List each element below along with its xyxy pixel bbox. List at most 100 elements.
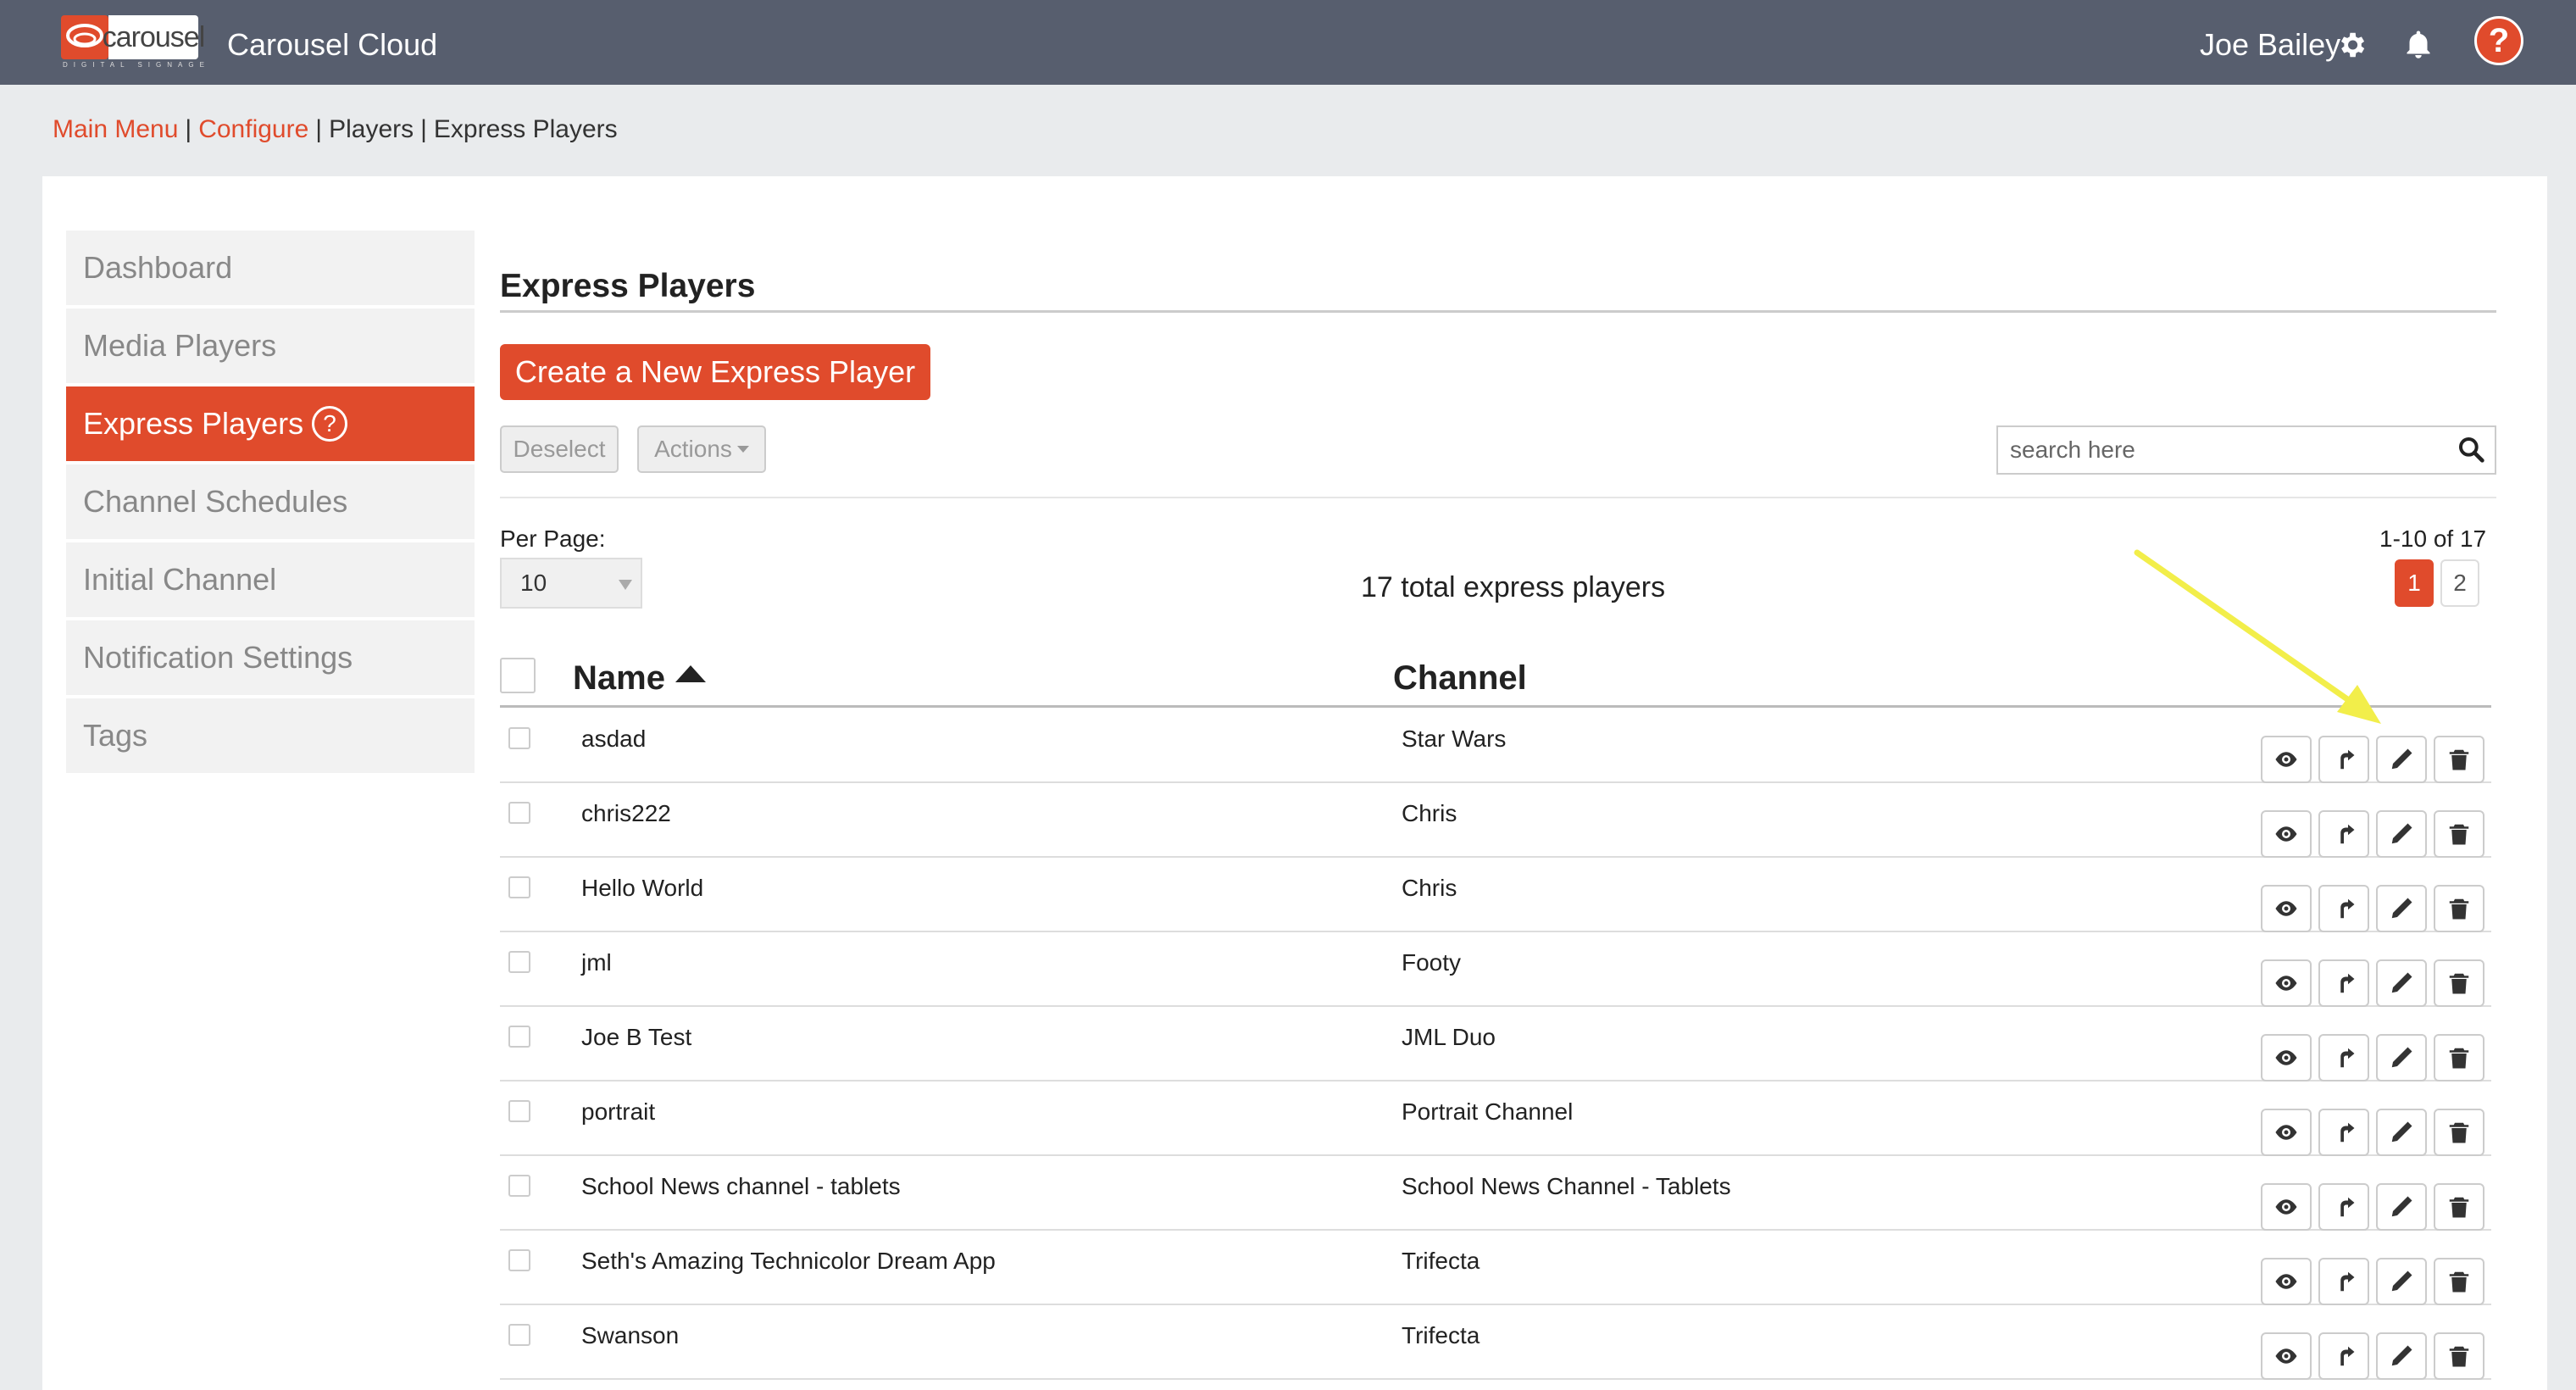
bell-icon[interactable] <box>2403 28 2434 62</box>
table-row[interactable]: chris222 Chris <box>500 783 2491 858</box>
delete-button[interactable] <box>2434 810 2484 858</box>
caret-down-icon <box>619 580 632 590</box>
create-express-player-button[interactable]: Create a New Express Player <box>500 344 930 400</box>
deselect-button[interactable]: Deselect <box>500 425 619 473</box>
breadcrumb-players: Players <box>329 115 414 143</box>
edit-button[interactable] <box>2376 736 2427 783</box>
sidebar-item-media-players[interactable]: Media Players <box>66 309 475 383</box>
delete-button[interactable] <box>2434 1332 2484 1380</box>
table-row[interactable]: Hello World Chris <box>500 858 2491 932</box>
row-checkbox[interactable] <box>508 876 530 898</box>
delete-button[interactable] <box>2434 736 2484 783</box>
edit-button[interactable] <box>2376 810 2427 858</box>
trash-icon <box>2446 747 2472 772</box>
row-checkbox[interactable] <box>508 1100 530 1122</box>
view-button[interactable] <box>2261 736 2312 783</box>
sidebar-item-initial-channel[interactable]: Initial Channel <box>66 542 475 617</box>
search-input[interactable] <box>1996 425 2496 475</box>
eye-icon <box>2273 1269 2299 1294</box>
page-title: Express Players <box>500 268 756 304</box>
push-button[interactable] <box>2318 1109 2369 1156</box>
push-icon <box>2331 1120 2357 1145</box>
sidebar-item-notification-settings[interactable]: Notification Settings <box>66 620 475 695</box>
table-row[interactable]: Seth's Amazing Technicolor Dream App Trif… <box>500 1231 2491 1305</box>
view-button[interactable] <box>2261 885 2312 932</box>
delete-button[interactable] <box>2434 1109 2484 1156</box>
help-icon[interactable]: ? <box>2474 16 2523 65</box>
sidebar-item-express-players[interactable]: Express Players? <box>66 386 475 461</box>
row-checkbox[interactable] <box>508 1026 530 1048</box>
pencil-icon <box>2389 1194 2414 1220</box>
view-button[interactable] <box>2261 959 2312 1007</box>
title-divider <box>500 310 2496 313</box>
table-row[interactable]: portrait Portrait Channel <box>500 1081 2491 1156</box>
push-button[interactable] <box>2318 1183 2369 1231</box>
sidebar-item-tags[interactable]: Tags <box>66 698 475 773</box>
carousel-logo[interactable]: carousel DIGITAL SIGNAGE <box>61 15 205 69</box>
delete-button[interactable] <box>2434 959 2484 1007</box>
push-button[interactable] <box>2318 959 2369 1007</box>
breadcrumb-main-menu[interactable]: Main Menu <box>53 115 178 143</box>
edit-button[interactable] <box>2376 1183 2427 1231</box>
gear-icon[interactable] <box>2335 29 2368 61</box>
view-button[interactable] <box>2261 1332 2312 1380</box>
trash-icon <box>2446 1120 2472 1145</box>
view-button[interactable] <box>2261 1109 2312 1156</box>
push-button[interactable] <box>2318 1332 2369 1380</box>
delete-button[interactable] <box>2434 885 2484 932</box>
push-icon <box>2331 1343 2357 1369</box>
table-row[interactable]: Joe B Test JML Duo <box>500 1007 2491 1081</box>
row-checkbox[interactable] <box>508 951 530 973</box>
row-checkbox[interactable] <box>508 1249 530 1271</box>
table-row[interactable]: Swanson Trifecta <box>500 1305 2491 1380</box>
select-all-checkbox[interactable] <box>500 658 536 693</box>
push-button[interactable] <box>2318 885 2369 932</box>
table-row[interactable]: School News channel - tablets School News… <box>500 1156 2491 1231</box>
push-button[interactable] <box>2318 1034 2369 1081</box>
push-button[interactable] <box>2318 810 2369 858</box>
push-button[interactable] <box>2318 1258 2369 1305</box>
row-checkbox[interactable] <box>508 1175 530 1197</box>
view-button[interactable] <box>2261 1183 2312 1231</box>
breadcrumb-configure[interactable]: Configure <box>198 115 308 143</box>
delete-button[interactable] <box>2434 1034 2484 1081</box>
edit-button[interactable] <box>2376 885 2427 932</box>
channel-cell: Portrait Channel <box>1402 1098 1574 1125</box>
edit-button[interactable] <box>2376 959 2427 1007</box>
eye-icon <box>2273 970 2299 996</box>
edit-button[interactable] <box>2376 1258 2427 1305</box>
view-button[interactable] <box>2261 1034 2312 1081</box>
edit-button[interactable] <box>2376 1332 2427 1380</box>
pencil-icon <box>2389 821 2414 847</box>
view-button[interactable] <box>2261 810 2312 858</box>
page-button-2[interactable]: 2 <box>2440 559 2479 607</box>
sidebar-item-dashboard[interactable]: Dashboard <box>66 231 475 305</box>
edit-button[interactable] <box>2376 1109 2427 1156</box>
page-button-1[interactable]: 1 <box>2395 559 2434 607</box>
table-row[interactable]: jml Footy <box>500 932 2491 1007</box>
user-name[interactable]: Joe Bailey <box>2200 27 2340 63</box>
delete-button[interactable] <box>2434 1183 2484 1231</box>
column-header-channel[interactable]: Channel <box>1393 659 1527 698</box>
actions-dropdown[interactable]: Actions <box>637 425 766 473</box>
view-button[interactable] <box>2261 1258 2312 1305</box>
eye-icon <box>2273 1343 2299 1369</box>
push-button[interactable] <box>2318 736 2369 783</box>
edit-button[interactable] <box>2376 1034 2427 1081</box>
per-page-label: Per Page: <box>500 525 606 552</box>
column-header-name[interactable]: Name <box>573 659 706 698</box>
row-checkbox[interactable] <box>508 802 530 824</box>
row-checkbox[interactable] <box>508 1324 530 1346</box>
actions-label: Actions <box>654 436 732 462</box>
push-icon <box>2331 1269 2357 1294</box>
trash-icon <box>2446 1343 2472 1369</box>
player-name-cell: Joe B Test <box>581 1024 692 1050</box>
sidebar-item-label: Notification Settings <box>83 640 353 675</box>
row-checkbox[interactable] <box>508 727 530 749</box>
help-circle-icon[interactable]: ? <box>312 406 348 442</box>
delete-button[interactable] <box>2434 1258 2484 1305</box>
search-icon[interactable] <box>2457 436 2484 463</box>
sidebar-item-channel-schedules[interactable]: Channel Schedules <box>66 464 475 539</box>
per-page-select[interactable]: 10 <box>500 558 642 609</box>
eye-icon <box>2273 1120 2299 1145</box>
